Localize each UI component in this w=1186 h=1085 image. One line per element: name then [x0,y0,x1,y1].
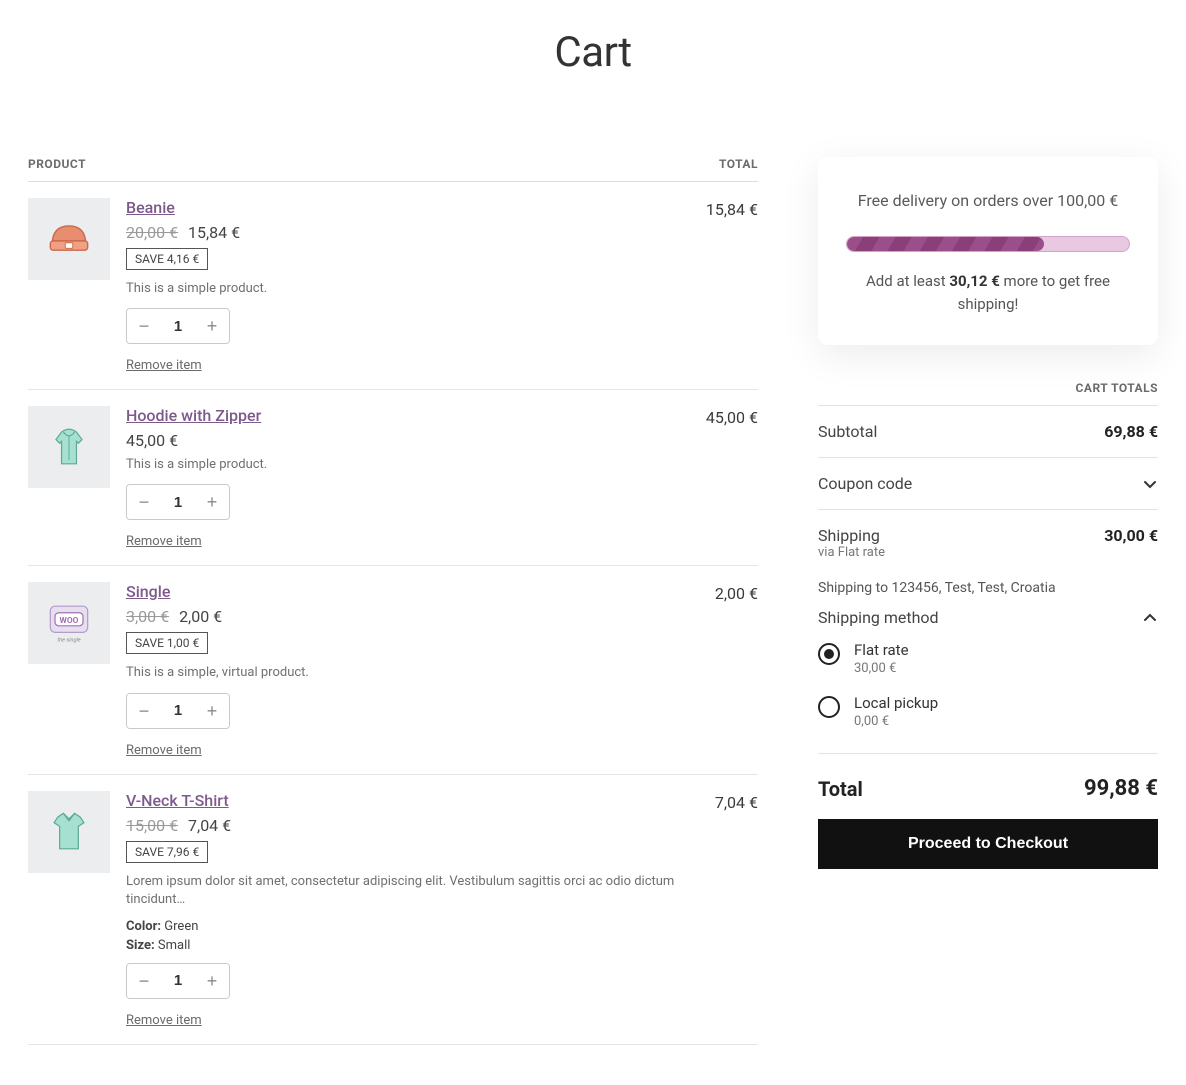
product-thumb[interactable] [28,791,110,873]
cart-item: V-Neck T-Shirt 15,00 € 7,04 € SAVE 7,96 … [28,775,758,1045]
variation-size-label: Size: [126,938,155,953]
qty-minus-button[interactable]: − [127,964,161,998]
shipping-via: via Flat rate [818,545,885,560]
line-total: 7,04 € [715,791,758,1028]
shipping-option-local-pickup[interactable]: Local pickup 0,00 € [818,694,1158,729]
qty-input[interactable] [161,309,195,343]
beanie-icon [41,211,97,267]
radio-selected-icon [818,643,840,665]
chevron-up-icon [1142,610,1158,626]
variation-color-label: Color: [126,919,161,934]
shipping-option-price: 0,00 € [854,714,938,729]
price: 45,00 € [126,431,178,450]
price: 7,04 € [188,816,231,835]
free-shipping-progress [846,236,1130,252]
old-price: 20,00 € [126,223,178,242]
cart-item: Hoodie with Zipper 45,00 € This is a sim… [28,390,758,566]
proceed-to-checkout-button[interactable]: Proceed to Checkout [818,819,1158,869]
total-label: Total [818,777,863,801]
shipping-label: Shipping [818,526,885,545]
save-badge: SAVE 1,00 € [126,632,208,654]
shipping-option-name: Local pickup [854,694,938,712]
qty-input[interactable] [161,964,195,998]
variation-color-value: Green [164,919,198,934]
cart-item: Beanie 20,00 € 15,84 € SAVE 4,16 € This … [28,182,758,390]
quantity-stepper[interactable]: − + [126,693,230,729]
shipping-option-name: Flat rate [854,641,909,659]
quantity-stepper[interactable]: − + [126,963,230,999]
qty-plus-button[interactable]: + [195,485,229,519]
free-shipping-card: Free delivery on orders over 100,00 € Ad… [818,157,1158,345]
total-value: 99,88 € [1084,776,1158,801]
product-name-link[interactable]: Hoodie with Zipper [126,406,261,425]
shipping-option-price: 30,00 € [854,661,909,676]
shipping-amount: 30,00 € [1104,526,1158,545]
product-thumb[interactable]: WOO the single [28,582,110,664]
save-badge: SAVE 4,16 € [126,248,208,270]
product-name-link[interactable]: Single [126,582,170,601]
woo-single-icon: WOO the single [41,595,97,651]
shipping-destination: Shipping to 123456, Test, Test, Croatia [818,580,1158,596]
product-desc: This is a simple, virtual product. [126,664,699,682]
price: 2,00 € [179,607,222,626]
product-name-link[interactable]: Beanie [126,198,175,217]
qty-minus-button[interactable]: − [127,309,161,343]
qty-plus-button[interactable]: + [195,309,229,343]
quantity-stepper[interactable]: − + [126,308,230,344]
chevron-down-icon [1142,476,1158,492]
remove-item-link[interactable]: Remove item [126,534,202,549]
shipping-option-flat-rate[interactable]: Flat rate 30,00 € [818,641,1158,676]
subtotal-value: 69,88 € [1104,422,1158,441]
shipping-method-label: Shipping method [818,608,939,627]
hoodie-icon [41,419,97,475]
svg-text:WOO: WOO [60,616,79,626]
qty-plus-button[interactable]: + [195,964,229,998]
save-badge: SAVE 7,96 € [126,841,208,863]
page-title: Cart [28,28,1158,77]
remove-item-link[interactable]: Remove item [126,1013,202,1028]
old-price: 15,00 € [126,816,178,835]
col-total: TOTAL [719,157,758,171]
qty-input[interactable] [161,485,195,519]
subtotal-label: Subtotal [818,422,877,441]
progress-fill [847,237,1044,251]
quantity-stepper[interactable]: − + [126,484,230,520]
qty-minus-button[interactable]: − [127,694,161,728]
radio-unselected-icon [818,696,840,718]
svg-text:the single: the single [57,638,80,644]
cart-totals-heading: CART TOTALS [818,381,1158,395]
remove-item-link[interactable]: Remove item [126,743,202,758]
product-thumb[interactable] [28,406,110,488]
qty-minus-button[interactable]: − [127,485,161,519]
tshirt-icon [41,804,97,860]
product-desc: This is a simple product. [126,456,690,474]
price: 15,84 € [188,223,240,242]
remove-item-link[interactable]: Remove item [126,358,202,373]
product-name-link[interactable]: V-Neck T-Shirt [126,791,229,810]
variation-size-value: Small [158,938,191,953]
product-desc: Lorem ipsum dolor sit amet, consectetur … [126,873,699,909]
free-shipping-message: Add at least 30,12 € more to get free sh… [846,270,1130,315]
qty-plus-button[interactable]: + [195,694,229,728]
product-thumb[interactable] [28,198,110,280]
col-product: PRODUCT [28,157,86,171]
coupon-toggle[interactable]: Coupon code [818,457,1158,509]
product-desc: This is a simple product. [126,280,690,298]
free-shipping-title: Free delivery on orders over 100,00 € [846,191,1130,210]
line-total: 2,00 € [715,582,758,757]
qty-input[interactable] [161,694,195,728]
old-price: 3,00 € [126,607,169,626]
cart-item: WOO the single Single 3,00 € 2,00 € SAVE… [28,566,758,774]
line-total: 15,84 € [706,198,758,373]
coupon-label: Coupon code [818,474,912,493]
line-total: 45,00 € [706,406,758,549]
shipping-method-toggle[interactable]: Shipping method [818,608,1158,627]
